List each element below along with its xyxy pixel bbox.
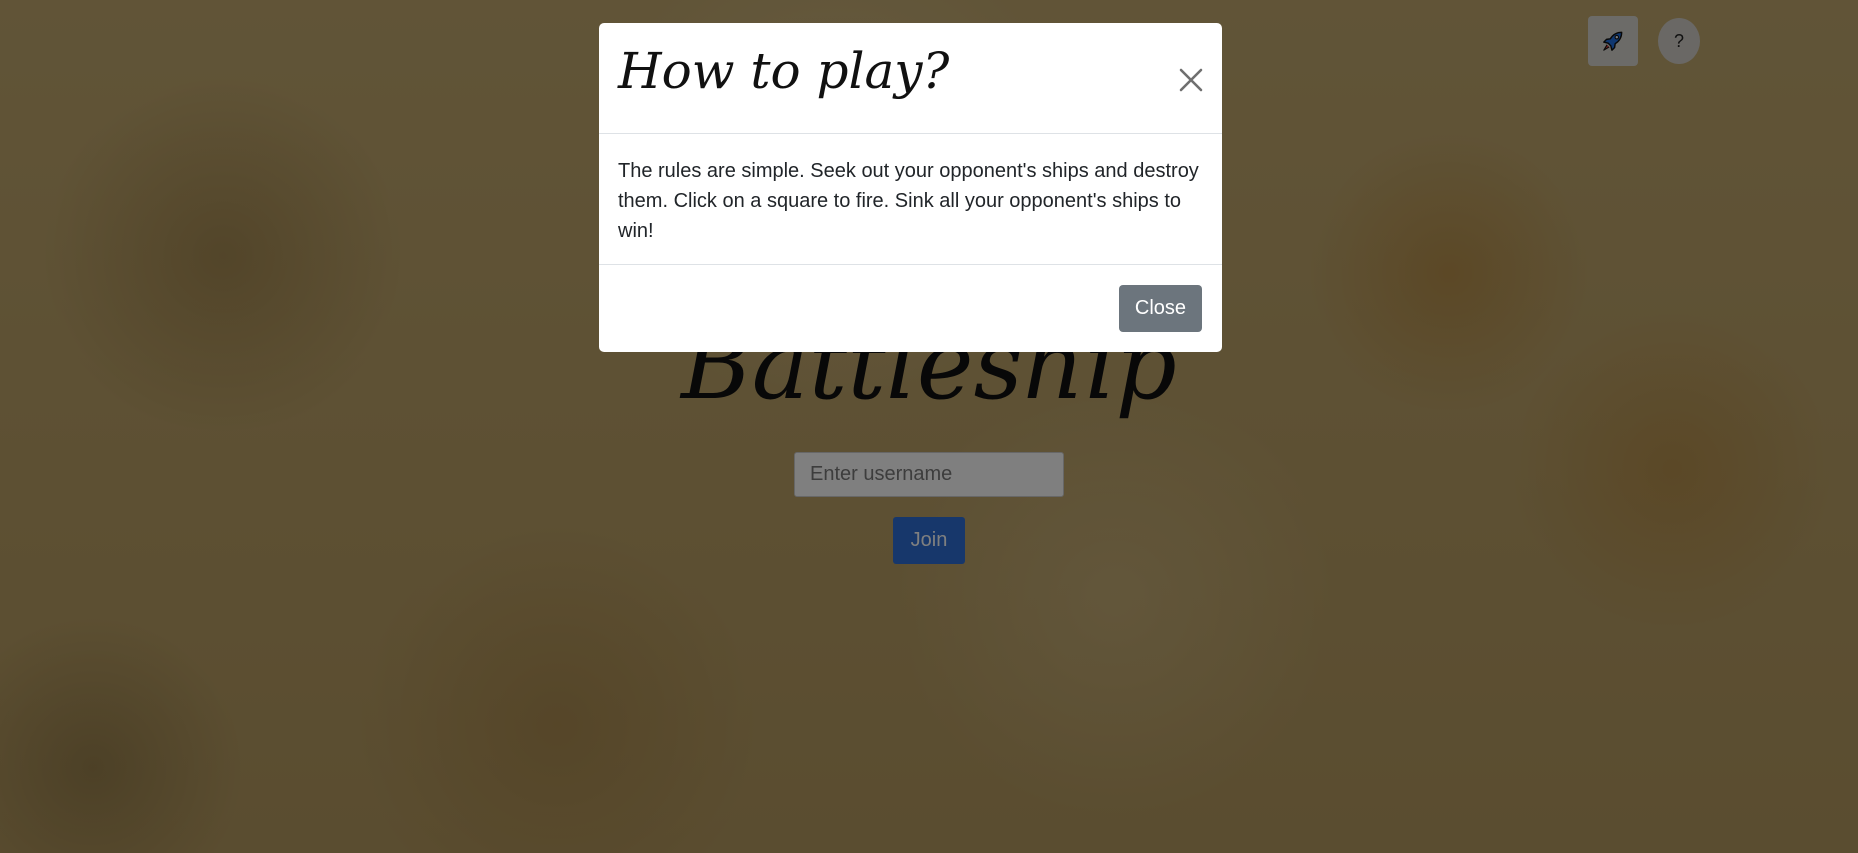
modal-header: How to play? bbox=[599, 23, 1222, 134]
how-to-play-modal: How to play? The rules are simple. Seek … bbox=[599, 23, 1222, 352]
close-button[interactable]: Close bbox=[1119, 285, 1202, 332]
close-icon bbox=[1179, 68, 1203, 92]
modal-title: How to play? bbox=[618, 42, 950, 100]
modal-body: The rules are simple. Seek out your oppo… bbox=[599, 134, 1222, 265]
modal-footer: Close bbox=[599, 265, 1222, 352]
modal-close-x-button[interactable] bbox=[1171, 60, 1211, 100]
